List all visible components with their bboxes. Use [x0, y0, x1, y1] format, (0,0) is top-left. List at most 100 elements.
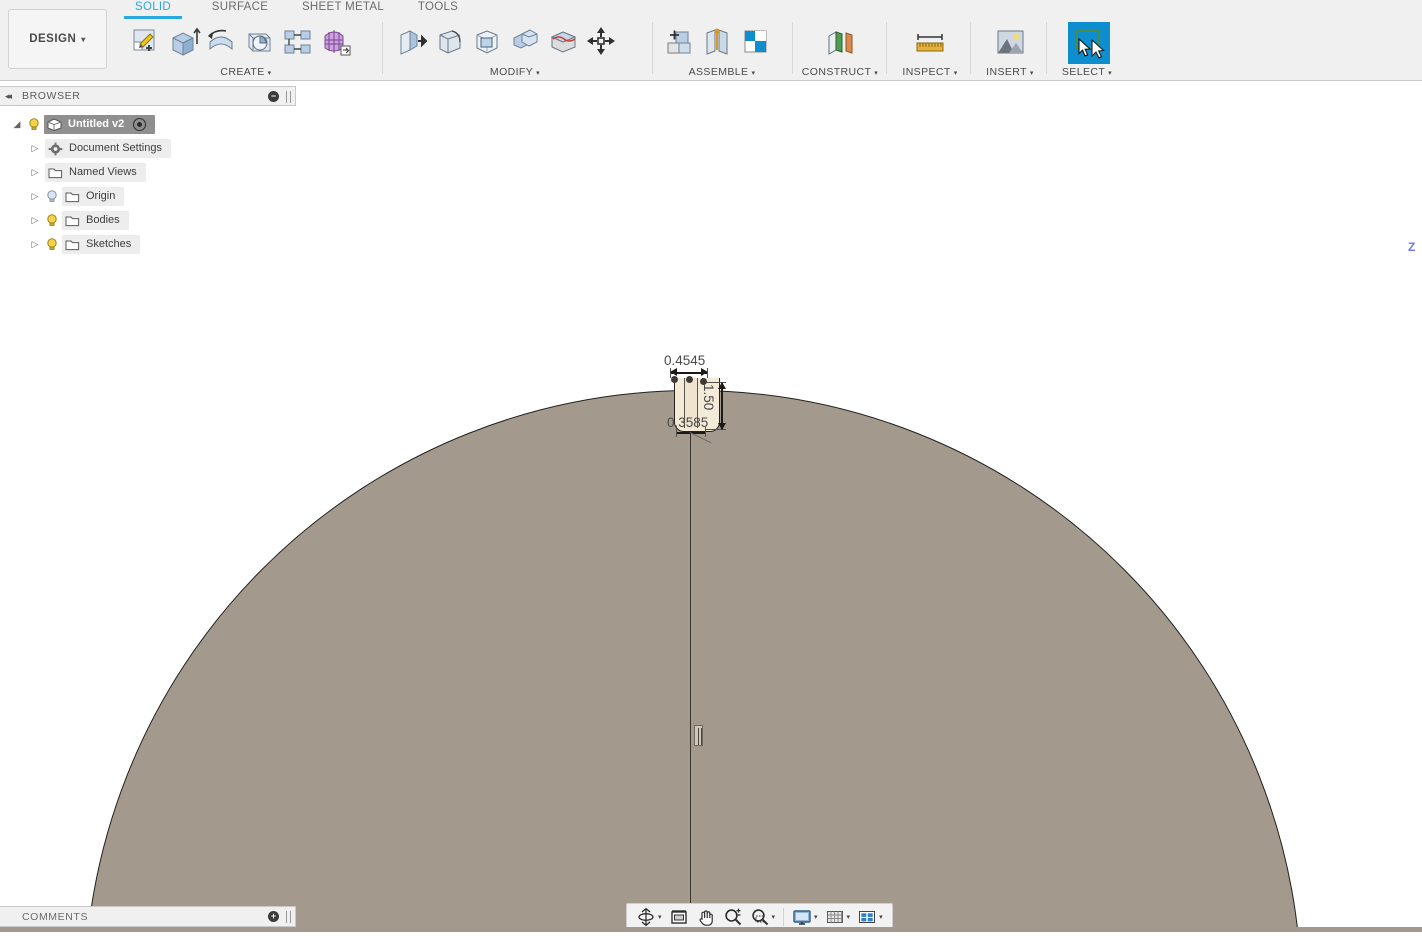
chevron-down-icon[interactable]: ▾	[658, 913, 662, 921]
center-axis-line[interactable]	[690, 382, 692, 938]
zoom-button[interactable]	[720, 905, 746, 929]
tree-item-origin[interactable]: Origin	[62, 186, 125, 206]
create-sketch-icon[interactable]	[126, 22, 164, 60]
tree-row-document-settings[interactable]: ▷ Document Settings	[0, 136, 296, 160]
as-built-joint-icon[interactable]	[736, 22, 774, 60]
pattern-icon[interactable]	[278, 22, 316, 60]
crown-cavity-inner-profile[interactable]	[684, 378, 698, 428]
browser-tree[interactable]: ◢ Untitled v2 ▷ Document Settings ▷ Name…	[0, 112, 296, 256]
measure-icon[interactable]	[911, 22, 949, 60]
tree-row-sketches[interactable]: ▷ Sketches	[0, 232, 296, 256]
ribbon-group-modify-label[interactable]: MODIFY ▾	[390, 66, 640, 78]
expander-icon[interactable]: ▷	[28, 191, 42, 202]
add-comment-icon[interactable]: +	[268, 911, 279, 922]
collapse-browser-icon[interactable]: ◂◂	[5, 91, 12, 102]
workspace-switcher-button[interactable]: DESIGN ▾	[8, 9, 107, 69]
pan-button[interactable]	[693, 905, 719, 929]
viewports-button[interactable]: ▾	[854, 905, 886, 929]
light-bulb-icon[interactable]	[45, 213, 59, 227]
fillet-icon[interactable]	[430, 22, 468, 60]
bottom-edge-strip	[0, 932, 1422, 938]
sweep-icon[interactable]	[240, 22, 278, 60]
folder-icon	[65, 238, 80, 251]
ribbon-group-construct[interactable]: CONSTRUCT ▾	[798, 18, 882, 81]
new-component-icon[interactable]	[660, 22, 698, 60]
expander-icon[interactable]: ▷	[28, 167, 42, 178]
ribbon-group-modify[interactable]: MODIFY ▾	[390, 18, 640, 81]
bottom-width-dimension-text[interactable]: 0.3585	[667, 415, 708, 430]
comments-resize-grip[interactable]	[286, 911, 291, 923]
ribbon-group-inspect-label[interactable]: INSPECT ▾	[892, 66, 968, 78]
expander-icon[interactable]: ▷	[28, 215, 42, 226]
light-bulb-icon[interactable]	[45, 189, 59, 203]
depth-dimension-text[interactable]: 1.50	[701, 384, 716, 410]
ribbon-group-assemble[interactable]: ASSEMBLE ▾	[658, 18, 786, 81]
grid-snaps-button[interactable]: ▾	[822, 905, 854, 929]
tree-row-untitled[interactable]: ◢ Untitled v2	[0, 112, 296, 136]
tree-row-bodies[interactable]: ▷ Bodies	[0, 208, 296, 232]
tree-row-origin[interactable]: ▷ Origin	[0, 184, 296, 208]
insert-image-icon[interactable]	[991, 22, 1029, 60]
sketch-point[interactable]	[686, 376, 693, 383]
display-settings-button[interactable]: ▾	[789, 905, 821, 929]
combine-icon[interactable]	[506, 22, 544, 60]
ribbon-group-select-label[interactable]: SELECT ▾	[1052, 66, 1122, 78]
split-face-icon[interactable]	[544, 22, 582, 60]
tree-row-named-views[interactable]: ▷ Named Views	[0, 160, 296, 184]
tab-solid[interactable]: SOLID	[124, 1, 182, 19]
ribbon-group-create[interactable]: CREATE ▾	[122, 18, 370, 81]
tree-item-named-views[interactable]: Named Views	[45, 162, 146, 182]
ribbon-group-insert[interactable]: INSERT ▾	[976, 18, 1044, 81]
browser-panel-header[interactable]: ◂◂ BROWSER −	[0, 86, 296, 106]
activate-component-icon[interactable]	[133, 117, 147, 131]
browser-resize-grip[interactable]	[286, 91, 291, 103]
minimize-browser-icon[interactable]: −	[268, 91, 279, 102]
chevron-down-icon[interactable]: ▾	[847, 913, 851, 921]
tree-item-untitled[interactable]: Untitled v2	[44, 114, 156, 134]
top-width-dimension-text[interactable]: 0.4545	[664, 353, 705, 368]
extrude-icon[interactable]	[164, 22, 202, 60]
shell-icon[interactable]	[468, 22, 506, 60]
zoom-window-button[interactable]: ▾	[747, 905, 779, 929]
top-dim-ext-left	[670, 368, 671, 378]
light-bulb-icon[interactable]	[45, 237, 59, 251]
tree-item-bodies[interactable]: Bodies	[62, 210, 129, 230]
ribbon-group-inspect[interactable]: INSPECT ▾	[892, 18, 968, 81]
ribbon-group-assemble-label[interactable]: ASSEMBLE ▾	[658, 66, 786, 78]
tab-sheet-metal[interactable]: SHEET METAL	[296, 1, 390, 18]
ribbon-group-construct-label[interactable]: CONSTRUCT ▾	[798, 66, 882, 78]
ribbon-group-create-label[interactable]: CREATE ▾	[122, 66, 370, 78]
look-at-button[interactable]	[666, 905, 692, 929]
top-dim-ext-right	[707, 368, 708, 378]
mesh-icon[interactable]	[316, 22, 354, 60]
chevron-down-icon[interactable]: ▾	[772, 913, 776, 921]
modify-label: MODIFY	[489, 66, 534, 78]
offset-plane-icon[interactable]	[821, 22, 859, 60]
sketch-point[interactable]	[671, 376, 678, 383]
bottom-dim-leader	[689, 432, 712, 444]
comments-panel-header[interactable]: COMMENTS +	[0, 906, 296, 927]
ribbon-toolbar[interactable]: SOLID SURFACE SHEET METAL TOOLS DESIGN ▾	[0, 0, 1422, 81]
symmetry-constraint-icon[interactable]	[694, 725, 703, 746]
expander-icon[interactable]: ▷	[28, 239, 42, 250]
ribbon-group-insert-label[interactable]: INSERT ▾	[976, 66, 1044, 78]
dome-body[interactable]	[84, 390, 1302, 938]
expander-icon[interactable]: ▷	[28, 143, 42, 154]
move-copy-icon[interactable]	[582, 22, 620, 60]
tree-item-document-settings[interactable]: Document Settings	[45, 138, 171, 158]
sketch-point[interactable]	[700, 378, 707, 385]
expander-icon[interactable]: ◢	[10, 119, 24, 130]
chevron-down-icon[interactable]: ▾	[879, 913, 883, 921]
component-cube-icon	[47, 117, 62, 131]
chevron-down-icon[interactable]: ▾	[814, 913, 818, 921]
tree-item-sketches[interactable]: Sketches	[62, 234, 141, 254]
crown-cavity-profile[interactable]	[674, 378, 720, 432]
light-bulb-icon[interactable]	[27, 117, 41, 131]
orbit-button[interactable]: ▾	[633, 905, 665, 929]
press-pull-icon[interactable]	[392, 22, 430, 60]
joint-icon[interactable]	[698, 22, 736, 60]
tab-surface[interactable]: SURFACE	[204, 1, 276, 18]
revolve-icon[interactable]	[202, 22, 240, 60]
ribbon-tab-strip[interactable]: SOLID SURFACE SHEET METAL TOOLS	[0, 0, 1422, 19]
tab-tools[interactable]: TOOLS	[412, 1, 464, 18]
